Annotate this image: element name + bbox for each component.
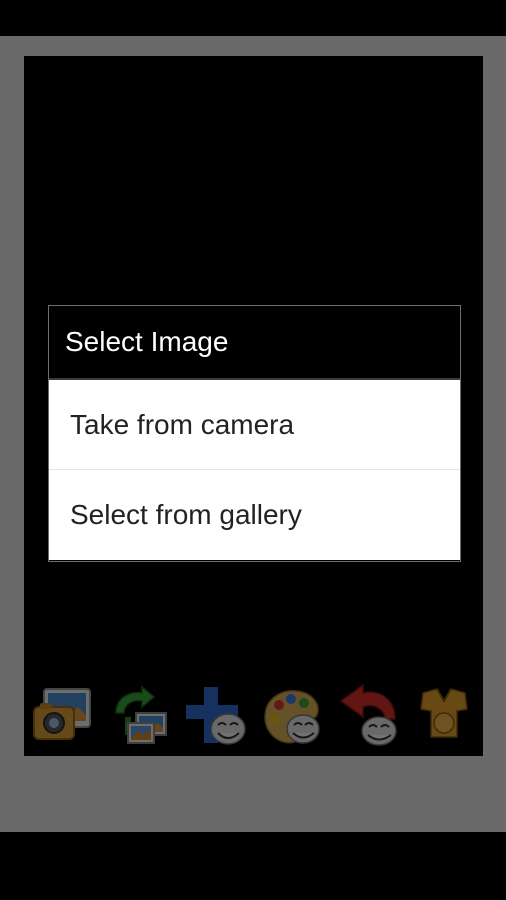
device-screen: Select Image Take from camera Select fro… xyxy=(0,0,506,900)
select-image-dialog: Select Image Take from camera Select fro… xyxy=(48,305,461,562)
dialog-title: Select Image xyxy=(49,306,460,380)
navigation-bar xyxy=(0,832,506,900)
select-from-gallery-option[interactable]: Select from gallery xyxy=(49,470,460,560)
take-from-camera-option[interactable]: Take from camera xyxy=(49,380,460,470)
